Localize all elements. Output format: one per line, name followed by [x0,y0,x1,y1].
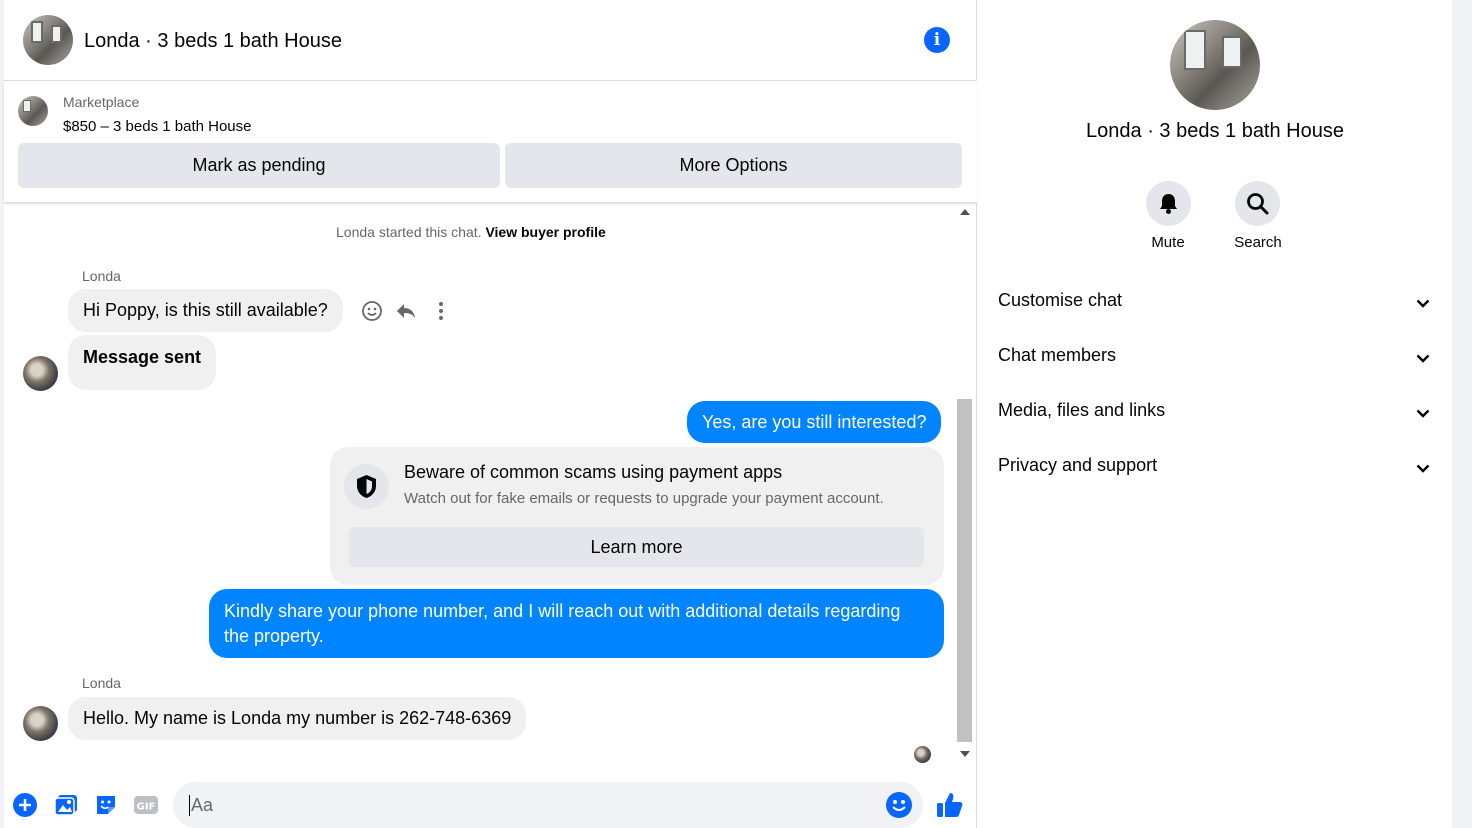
chat-window: Londa · 3 beds 1 bath House i Marketplac… [4,0,977,828]
panel-title: Londa · 3 beds 1 bath House [1086,120,1344,142]
chevron-down-icon [1416,347,1430,368]
sender-avatar[interactable] [23,706,58,741]
chevron-down-icon [1416,292,1430,313]
chat-title[interactable]: Londa · 3 beds 1 bath House [84,30,342,53]
search-label: Search [1234,234,1282,251]
learn-more-button[interactable]: Learn more [349,527,924,567]
scroll-thumb[interactable] [957,399,972,742]
photo-icon[interactable] [54,793,78,817]
emoji-icon[interactable] [886,792,912,818]
marketplace-label: Marketplace [63,94,140,110]
listing-avatar[interactable] [23,15,73,65]
mute-button[interactable] [1146,181,1191,226]
message-composer: GIF Aa [4,776,977,828]
section-label: Privacy and support [998,455,1158,475]
section-label: Chat members [998,345,1117,365]
section-label: Media, files and links [998,400,1166,420]
more-actions-icon[interactable] [434,300,448,326]
mute-label: Mute [1151,234,1185,251]
info-icon[interactable]: i [924,27,950,53]
chat-header: Londa · 3 beds 1 bath House i [4,0,977,81]
react-icon[interactable] [361,300,383,326]
plus-icon[interactable] [13,793,37,817]
message-bubble-outgoing[interactable]: Yes, are you still interested? [687,401,942,443]
sender-avatar[interactable] [23,356,58,391]
more-options-button[interactable]: More Options [505,143,962,188]
section-customise-chat[interactable]: Customise chat [998,278,1434,326]
chevron-down-icon [1416,402,1430,423]
reply-icon[interactable] [395,300,417,326]
message-bubble-incoming[interactable]: Hello. My name is Londa my number is 262… [68,697,527,740]
thumbs-up-icon[interactable] [936,791,963,817]
message-input[interactable]: Aa [173,782,923,828]
marketplace-banner: Marketplace $850 – 3 beds 1 bath House M… [4,81,977,203]
window-edge [1452,0,1472,828]
chat-started-notice: Londa started this chat. View buyer prof… [336,224,606,240]
view-buyer-profile-link[interactable]: View buyer profile [485,224,605,240]
section-label: Customise chat [998,290,1123,310]
section-chat-members[interactable]: Chat members [998,333,1434,381]
read-receipt-avatar [914,746,931,763]
scrollbar[interactable] [955,205,974,765]
message-sent-bubble[interactable]: Message sent [68,335,217,390]
scam-warning-title: Beware of common scams using payment app… [404,462,783,482]
sender-name: Londa [82,268,121,284]
listing-thumbnail[interactable] [18,96,48,126]
gif-icon[interactable]: GIF [133,793,158,817]
details-panel: Londa · 3 beds 1 bath House Mute Search … [978,0,1452,828]
chevron-down-icon [1416,457,1430,478]
sticker-icon[interactable] [94,793,118,817]
sender-name: Londa [82,675,121,691]
message-bubble-outgoing[interactable]: Kindly share your phone number, and I wi… [209,589,944,658]
started-text: Londa started this chat. [336,224,482,240]
panel-avatar[interactable] [1170,20,1260,110]
scroll-down-arrow-icon[interactable] [960,751,970,757]
search-button[interactable] [1235,181,1280,226]
scam-warning-card: Beware of common scams using payment app… [330,447,944,585]
mark-as-pending-button[interactable]: Mark as pending [18,143,500,188]
gif-label: GIF [137,802,156,813]
message-input-placeholder: Aa [189,795,214,816]
section-privacy-support[interactable]: Privacy and support [998,443,1434,491]
scroll-up-arrow-icon[interactable] [960,209,970,215]
scam-warning-text: Watch out for fake emails or requests to… [404,490,884,507]
shield-icon [344,464,389,509]
message-bubble-incoming[interactable]: Hi Poppy, is this still available? [68,289,343,332]
section-media-files-links[interactable]: Media, files and links [998,388,1434,436]
listing-title[interactable]: $850 – 3 beds 1 bath House [63,118,251,135]
